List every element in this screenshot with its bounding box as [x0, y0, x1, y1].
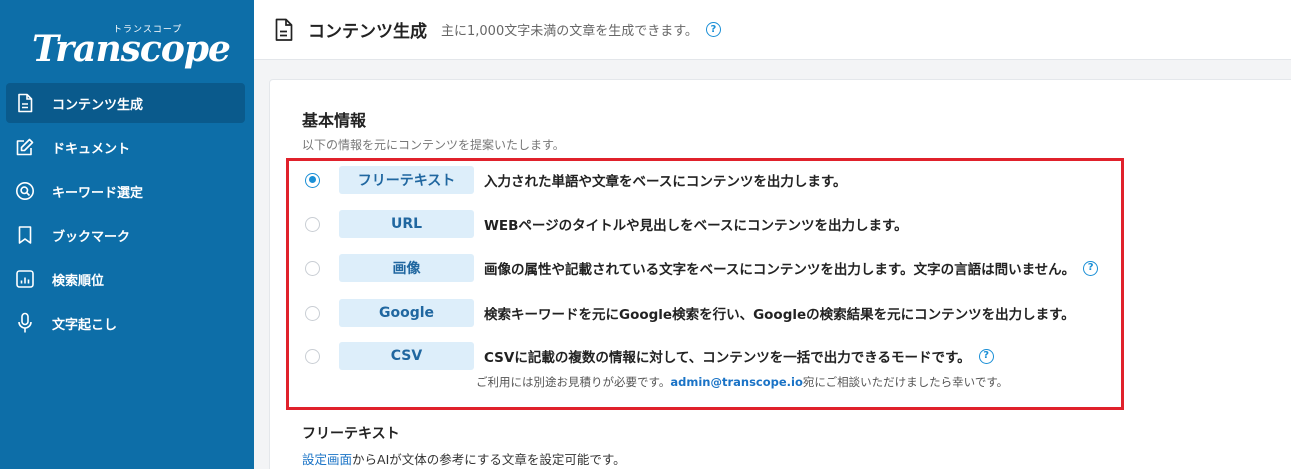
option-description-wrap: 画像の属性や記載されている文字をベースにコンテンツを出力します。文字の言語は問い…: [484, 258, 1099, 278]
help-icon[interactable]: ?: [705, 22, 721, 37]
option-tag: URL: [339, 210, 474, 238]
option-csv[interactable]: CSV CSVに記載の複数の情報に対して、コンテンツを一括で出力できるモードです…: [305, 341, 994, 371]
help-icon[interactable]: ?: [1083, 260, 1099, 276]
sidebar-item-search-ranking[interactable]: 検索順位: [6, 259, 245, 299]
contact-email-link[interactable]: admin@transcope.io: [670, 375, 803, 389]
radio-google[interactable]: [305, 305, 320, 321]
sidebar-item-label: キーワード選定: [52, 185, 144, 201]
option-tag: Google: [339, 299, 474, 327]
option-description: 入力された単語や文章をベースにコンテンツを出力します。: [484, 174, 847, 190]
bookmark-icon: [14, 224, 36, 246]
section-title: 基本情報: [302, 111, 367, 130]
option-tag: 画像: [339, 254, 474, 282]
sidebar-item-label: コンテンツ生成: [52, 97, 144, 113]
document-icon: [274, 18, 296, 42]
csv-note-suffix: 宛にご相談いただけましたら幸いです。: [802, 375, 1009, 389]
sidebar: トランスコープ Transcope コンテンツ生成 ドキュメント キーワード選定…: [0, 0, 254, 469]
sidebar-item-bookmarks[interactable]: ブックマーク: [6, 215, 245, 255]
option-google[interactable]: Google 検索キーワードを元にGoogle検索を行い、Googleの検索結果…: [305, 298, 1075, 328]
chart-icon: [14, 268, 36, 290]
option-description: WEBページのタイトルや見出しをベースにコンテンツを出力します。: [484, 218, 908, 234]
sidebar-item-label: ドキュメント: [52, 141, 131, 157]
sidebar-item-documents[interactable]: ドキュメント: [6, 127, 245, 167]
logo-text: Transcope: [32, 28, 231, 70]
option-description: CSVに記載の複数の情報に対して、コンテンツを一括で出力できるモードです。: [484, 350, 971, 366]
edit-icon: [14, 136, 36, 158]
sidebar-item-label: 検索順位: [52, 273, 105, 289]
option-description: 検索キーワードを元にGoogle検索を行い、Googleの検索結果を元にコンテン…: [484, 307, 1075, 323]
sidebar-item-keyword-selection[interactable]: キーワード選定: [6, 171, 245, 211]
option-free-text[interactable]: フリーテキスト 入力された単語や文章をベースにコンテンツを出力します。: [305, 165, 846, 195]
sidebar-item-label: ブックマーク: [52, 229, 131, 245]
sidebar-item-content-generation[interactable]: コンテンツ生成: [6, 83, 245, 123]
page-header: コンテンツ生成 主に1,000文字未満の文章を生成できます。 ?: [254, 0, 1291, 60]
sidebar-item-transcription[interactable]: 文字起こし: [6, 303, 245, 343]
sidebar-nav: コンテンツ生成 ドキュメント キーワード選定 ブックマーク 検索順位 文字起こし: [0, 83, 254, 347]
free-text-desc-text: からAIが文体の参考にする文章を設定可能です。: [352, 452, 626, 467]
settings-link[interactable]: 設定画面: [302, 452, 352, 467]
radio-image[interactable]: [305, 260, 320, 276]
radio-csv[interactable]: [305, 348, 320, 364]
radio-url[interactable]: [305, 216, 320, 232]
radio-free-text[interactable]: [305, 172, 320, 188]
csv-note: ご利用には別途お見積りが必要です。admin@transcope.io宛にご相談…: [476, 374, 1008, 390]
option-tag: フリーテキスト: [339, 166, 474, 194]
section-description: 以下の情報を元にコンテンツを提案いたします。: [302, 138, 565, 152]
microphone-icon: [14, 312, 36, 334]
sidebar-item-label: 文字起こし: [52, 317, 118, 333]
option-description-wrap: CSVに記載の複数の情報に対して、コンテンツを一括で出力できるモードです。 ?: [484, 346, 994, 366]
option-tag: CSV: [339, 342, 474, 370]
logo[interactable]: トランスコープ Transcope: [0, 16, 254, 76]
free-text-description: 設定画面からAIが文体の参考にする文章を設定可能です。: [302, 449, 626, 468]
option-description: 画像の属性や記載されている文字をベースにコンテンツを出力します。文字の言語は問い…: [484, 262, 1076, 278]
page-subtitle: 主に1,000文字未満の文章を生成できます。: [441, 24, 698, 39]
free-text-title: フリーテキスト: [302, 426, 400, 442]
page-title: コンテンツ生成: [308, 22, 427, 42]
document-icon: [14, 92, 36, 114]
basic-info-card: 基本情報 以下の情報を元にコンテンツを提案いたします。 フリーテキスト 入力され…: [269, 79, 1291, 469]
help-icon[interactable]: ?: [978, 348, 994, 364]
option-url[interactable]: URL WEBページのタイトルや見出しをベースにコンテンツを出力します。: [305, 209, 908, 239]
option-image[interactable]: 画像 画像の属性や記載されている文字をベースにコンテンツを出力します。文字の言語…: [305, 253, 1099, 283]
source-options-highlight: フリーテキスト 入力された単語や文章をベースにコンテンツを出力します。 URL …: [286, 158, 1124, 410]
search-icon: [14, 180, 36, 202]
csv-note-prefix: ご利用には別途お見積りが必要です。: [476, 375, 671, 389]
